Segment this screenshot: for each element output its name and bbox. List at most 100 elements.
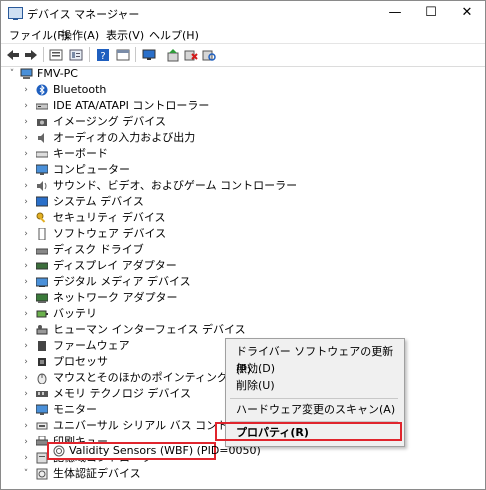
chevron-right-icon[interactable]: ›: [21, 450, 31, 466]
network-adapter-icon: [35, 292, 49, 304]
chevron-right-icon[interactable]: ›: [21, 82, 31, 98]
chevron-right-icon[interactable]: ›: [21, 402, 31, 418]
chevron-right-icon[interactable]: ›: [21, 370, 31, 386]
maximize-button[interactable]: ☐: [413, 1, 449, 25]
svg-text:?: ?: [100, 51, 105, 62]
tree-item-computer[interactable]: › コンピューター: [1, 162, 321, 178]
chevron-right-icon[interactable]: ›: [21, 242, 31, 258]
tree-item-audio-io[interactable]: › オーディオの入力および出力: [1, 130, 321, 146]
computer-icon: [20, 68, 33, 80]
mouse-icon: [36, 372, 48, 385]
tree-item-disk[interactable]: › ディスク ドライブ: [1, 242, 321, 258]
tree-item-hid[interactable]: › ヒューマン インターフェイス デバイス: [1, 322, 321, 338]
chevron-right-icon[interactable]: ›: [21, 210, 31, 226]
title-bar: デバイス マネージャー — ☐ ✕: [1, 1, 485, 25]
tree-item-display[interactable]: › ディスプレイ アダプター: [1, 258, 321, 274]
update-driver-icon[interactable]: [165, 47, 181, 62]
chevron-right-icon[interactable]: ›: [21, 226, 31, 242]
help-icon[interactable]: ?: [95, 47, 111, 62]
bluetooth-icon: [36, 84, 48, 96]
tree-item-sound[interactable]: › サウンド、ビデオ、およびゲーム コントローラー: [1, 178, 321, 194]
chevron-right-icon[interactable]: ›: [21, 322, 31, 338]
back-icon[interactable]: [5, 47, 21, 62]
menu-item-disable[interactable]: 無効(D): [236, 360, 275, 378]
tree-item-digital-media[interactable]: › デジタル メディア デバイス: [1, 274, 321, 290]
fingerprint-icon: [36, 468, 48, 480]
tree-item-network[interactable]: › ネットワーク アダプター: [1, 290, 321, 306]
menu-file[interactable]: ファイル(F): [9, 27, 68, 43]
chevron-down-icon[interactable]: ˅: [21, 466, 31, 482]
chevron-right-icon[interactable]: ›: [21, 98, 31, 114]
speaker-icon: [36, 132, 48, 144]
processor-icon: [36, 356, 48, 368]
menu-item-scan-hardware[interactable]: ハードウェア変更のスキャン(A): [236, 401, 395, 419]
window-title: デバイス マネージャー: [27, 8, 140, 21]
device-list-icon[interactable]: [48, 47, 64, 62]
chevron-right-icon[interactable]: ›: [21, 386, 31, 402]
sound-icon: [36, 180, 48, 192]
chevron-right-icon[interactable]: ›: [21, 130, 31, 146]
chevron-right-icon[interactable]: ›: [21, 146, 31, 162]
properties-highlight: [215, 422, 402, 441]
tree-item-bluetooth[interactable]: › Bluetooth: [1, 82, 321, 98]
disk-drive-icon: [35, 244, 49, 256]
tree-item-system[interactable]: › システム デバイス: [1, 194, 321, 210]
display-adapter-icon: [35, 260, 49, 272]
monitor-icon: [35, 404, 49, 416]
software-device-icon: [36, 227, 48, 241]
media-device-icon: [35, 276, 49, 288]
tree-item-battery[interactable]: › バッテリ: [1, 306, 321, 322]
hid-icon: [36, 324, 48, 336]
tree-item-keyboard[interactable]: › キーボード: [1, 146, 321, 162]
ide-controller-icon: [35, 100, 49, 112]
tree-item-validity-sensor[interactable]: Validity Sensors (WBF) (PID=0050): [53, 443, 261, 459]
minimize-button[interactable]: —: [377, 1, 413, 25]
chevron-right-icon[interactable]: ›: [21, 178, 31, 194]
properties-icon[interactable]: [68, 47, 84, 62]
tree-root[interactable]: ˅ FMV-PC: [1, 66, 301, 82]
tree-item-security[interactable]: › セキュリティ デバイス: [1, 210, 321, 226]
toolbar: ?: [1, 43, 485, 67]
chevron-right-icon[interactable]: ›: [21, 162, 31, 178]
uninstall-icon[interactable]: [183, 47, 199, 62]
key-icon: [36, 212, 48, 224]
tree-item-imaging[interactable]: › イメージング デバイス: [1, 114, 321, 130]
chevron-right-icon[interactable]: ›: [21, 274, 31, 290]
tree-root-label: FMV-PC: [37, 67, 78, 80]
chevron-right-icon[interactable]: ›: [21, 114, 31, 130]
tree-item-software[interactable]: › ソフトウェア デバイス: [1, 226, 321, 242]
chevron-right-icon[interactable]: ›: [21, 306, 31, 322]
chevron-right-icon[interactable]: ›: [21, 290, 31, 306]
chevron-right-icon[interactable]: ›: [21, 354, 31, 370]
device-manager-window: デバイス マネージャー — ☐ ✕ ファイル(F) 操作(A) 表示(V) ヘル…: [0, 0, 486, 490]
console-icon[interactable]: [115, 47, 131, 62]
tree-item-ide[interactable]: › IDE ATA/ATAPI コントローラー: [1, 98, 321, 114]
monitor-icon[interactable]: [141, 47, 157, 62]
battery-icon: [36, 308, 48, 320]
menu-help[interactable]: ヘルプ(H): [149, 27, 199, 43]
menu-item-update-driver[interactable]: ドライバー ソフトウェアの更新(P)...: [236, 343, 404, 376]
chevron-right-icon[interactable]: ›: [21, 338, 31, 354]
menu-bar: ファイル(F) 操作(A) 表示(V) ヘルプ(H): [1, 25, 485, 43]
usb-icon: [36, 420, 48, 432]
menu-action[interactable]: 操作(A): [61, 27, 99, 43]
chevron-right-icon[interactable]: ›: [21, 194, 31, 210]
device-manager-icon: [8, 7, 23, 20]
monitor-icon: [35, 164, 49, 176]
camera-icon: [36, 116, 48, 128]
forward-icon[interactable]: [23, 47, 39, 62]
keyboard-icon: [35, 148, 49, 160]
memory-icon: [36, 388, 48, 400]
chevron-right-icon[interactable]: ›: [21, 434, 31, 450]
chevron-down-icon[interactable]: ˅: [7, 66, 17, 82]
menu-view[interactable]: 表示(V): [106, 27, 144, 43]
chevron-right-icon[interactable]: ›: [21, 258, 31, 274]
chevron-right-icon[interactable]: ›: [21, 418, 31, 434]
menu-item-delete[interactable]: 削除(U): [236, 377, 275, 395]
fingerprint-icon: [53, 445, 65, 457]
scan-icon[interactable]: [201, 47, 217, 62]
close-button[interactable]: ✕: [449, 1, 485, 25]
firmware-icon: [36, 340, 48, 352]
tree-item-biometric[interactable]: ˅ 生体認証デバイス: [1, 466, 321, 482]
system-icon: [35, 196, 49, 208]
